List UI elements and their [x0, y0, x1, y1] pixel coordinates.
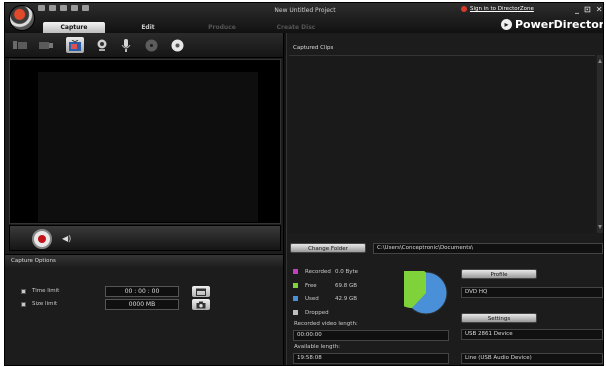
save-icon[interactable] — [38, 5, 45, 11]
clips-scrollbar[interactable] — [597, 55, 603, 233]
time-limit-button[interactable] — [192, 286, 210, 297]
recorded-length-label: Recorded video length: — [294, 321, 358, 327]
size-limit-option: Size limit — [21, 299, 57, 309]
mode-tabs: Capture Edit Produce Create Disc — [43, 22, 339, 33]
directorzone-icon — [461, 6, 467, 12]
tab-capture[interactable]: Capture — [43, 22, 105, 33]
settings-button[interactable]: Settings — [461, 313, 537, 323]
captured-clips-header: Captured Clips — [293, 45, 334, 51]
calendar-icon — [196, 288, 206, 296]
webcam-icon[interactable] — [95, 38, 109, 52]
disk-row-dropped: Dropped — [293, 308, 365, 317]
scroll-down-icon[interactable] — [598, 225, 602, 229]
tab-create-disc[interactable]: Create Disc — [265, 22, 327, 33]
free-swatch — [293, 283, 298, 288]
hdv-camcorder-icon[interactable] — [39, 38, 53, 52]
disk-label: Used — [305, 295, 319, 302]
dv-camcorder-icon[interactable] — [13, 38, 27, 52]
used-swatch — [293, 296, 298, 301]
recorded-length-field: 00:00:00 — [293, 330, 449, 341]
restore-button[interactable]: ⊡ — [584, 5, 591, 14]
captured-clips-area[interactable] — [289, 55, 595, 233]
profile-field: DVD HQ — [461, 287, 603, 298]
tab-edit[interactable]: Edit — [117, 22, 179, 33]
disk-label: Free — [305, 282, 317, 289]
disk-row-free: Free 69.8 GB — [293, 281, 365, 290]
tab-produce[interactable]: Produce — [191, 22, 253, 33]
quick-access-toolbar — [38, 5, 89, 11]
preview-frame — [38, 72, 258, 222]
new-project-icon[interactable] — [71, 5, 78, 11]
change-folder-button[interactable]: Change Folder — [290, 243, 366, 253]
profile-button[interactable]: Profile — [461, 269, 537, 279]
available-length-label: Available length: — [294, 344, 341, 350]
dropped-swatch — [293, 310, 298, 315]
size-limit-label: Size limit — [32, 301, 58, 307]
capture-folder-path[interactable]: C:\Users\Conceptronic\Documents\ — [373, 243, 603, 254]
signin-label: Sign in to DirectorZone — [470, 6, 534, 12]
close-button[interactable]: ✕ — [596, 5, 603, 14]
title-bar: New Untitled Project Sign in to Director… — [5, 3, 604, 33]
project-title: New Untitled Project — [274, 7, 336, 14]
cd-icon[interactable] — [144, 38, 158, 52]
capture-device-field: USB 2861 Device — [461, 329, 603, 340]
powerdirector-icon: ▸ — [501, 19, 512, 30]
open-folder-icon[interactable] — [82, 5, 89, 11]
recorded-swatch — [293, 269, 298, 274]
minimize-button[interactable]: _ — [575, 5, 579, 14]
time-limit-field[interactable]: 00 : 00 : 00 — [105, 286, 179, 297]
redo-icon[interactable] — [60, 5, 67, 11]
disk-value: 42.9 GB — [335, 295, 358, 302]
undo-icon[interactable] — [49, 5, 56, 11]
disk-value: 0.0 Byte — [335, 268, 359, 275]
time-limit-checkbox[interactable] — [21, 288, 26, 294]
disk-row-recorded: Recorded 0.0 Byte — [293, 267, 365, 276]
capture-source-toolbar — [5, 33, 283, 58]
disk-usage-pie — [404, 271, 448, 315]
window-controls: _ ⊡ ✕ — [575, 5, 602, 14]
scroll-up-icon[interactable] — [598, 59, 602, 63]
tv-icon[interactable] — [66, 37, 84, 53]
panel-divider[interactable] — [283, 33, 287, 365]
available-length-field: 19:58:08 — [293, 353, 449, 364]
time-limit-label: Time limit — [32, 288, 60, 294]
capture-options-header: Capture Options — [5, 254, 283, 267]
disk-value: 69.8 GB — [335, 282, 358, 289]
disk-row-used: Used 42.9 GB — [293, 294, 365, 303]
size-limit-field[interactable]: 0000 MB — [105, 299, 179, 310]
microphone-icon[interactable] — [119, 38, 133, 52]
size-limit-button[interactable] — [192, 299, 210, 310]
volume-icon[interactable]: ◀) — [62, 234, 71, 243]
camera-icon — [196, 301, 206, 308]
brand-name: PowerDirector — [515, 18, 604, 31]
time-limit-option: Time limit — [21, 286, 59, 296]
size-limit-checkbox[interactable] — [21, 301, 26, 307]
brand-logo: ▸ PowerDirector — [501, 18, 604, 31]
disk-label: Recorded — [305, 268, 331, 275]
signin-link[interactable]: Sign in to DirectorZone — [461, 6, 534, 12]
app-menu-orb[interactable] — [9, 5, 35, 31]
capture-controls: ◀) — [9, 225, 281, 251]
audio-device-field: Line (USB Audio Device) — [461, 353, 603, 364]
disk-label: Dropped — [305, 309, 329, 316]
record-button[interactable] — [32, 229, 52, 249]
powerdirector-window: New Untitled Project Sign in to Director… — [4, 2, 604, 366]
dvd-icon[interactable] — [170, 38, 184, 52]
capture-preview — [9, 59, 281, 224]
